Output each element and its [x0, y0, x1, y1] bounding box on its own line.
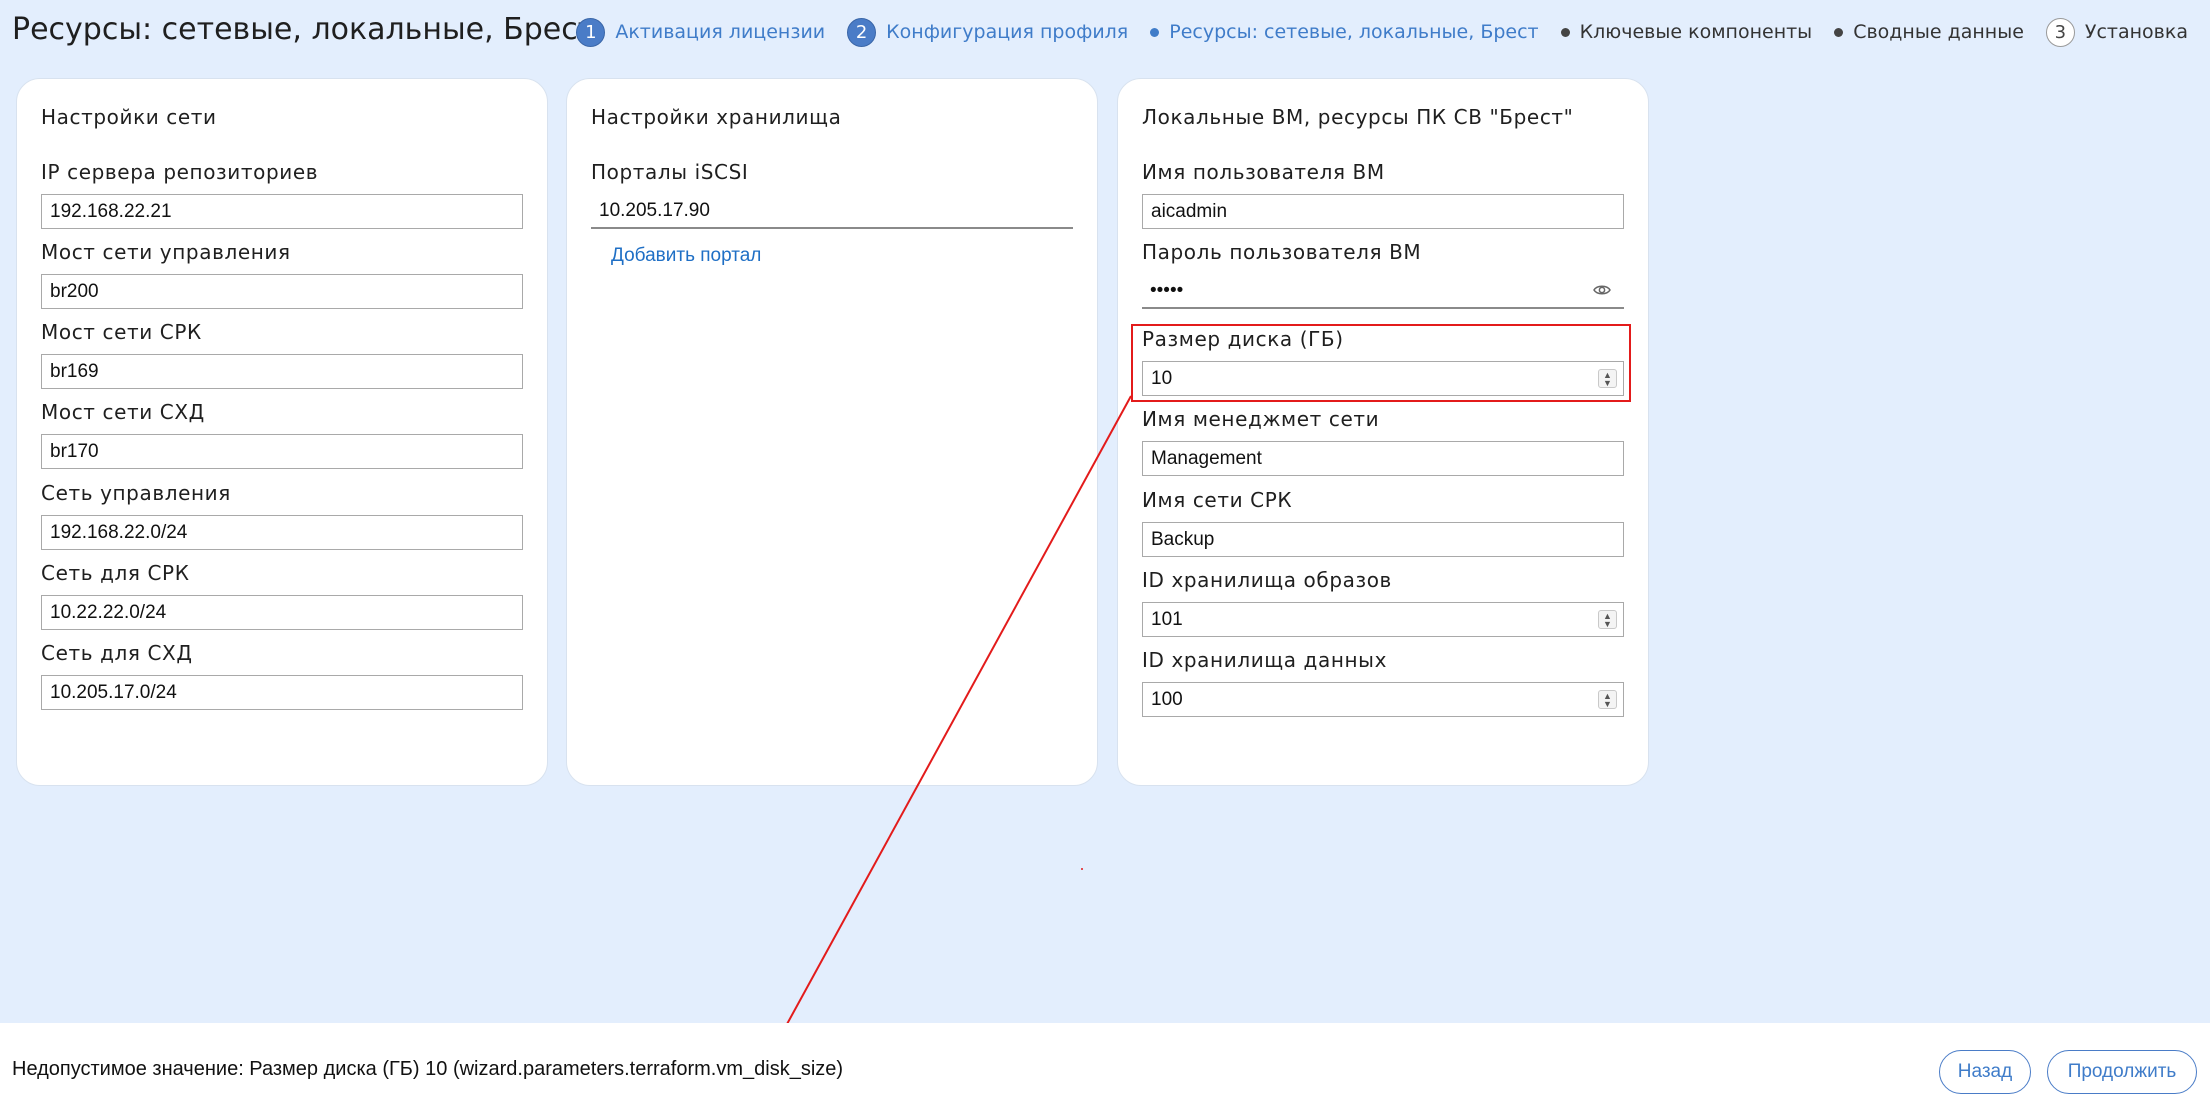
vm-password-field: Пароль пользователя ВМ ••••• — [1142, 239, 1624, 309]
srk-bridge-field: Мост сети СРК br169 — [41, 319, 523, 389]
step-dot-icon — [1560, 27, 1570, 37]
mgmt-network-input[interactable]: 192.168.22.0/24 — [41, 515, 523, 550]
srk-net-name-input[interactable]: Backup — [1142, 522, 1624, 557]
mgmt-bridge-field: Мост сети управления br200 — [41, 239, 523, 309]
step-label: Конфигурация профиля — [886, 21, 1129, 43]
field-label: ID хранилища образов — [1142, 568, 1392, 592]
validation-error-message: Недопустимое значение: Размер диска (ГБ)… — [12, 1058, 844, 1080]
repo-server-ip-field: IP сервера репозиториев 192.168.22.21 — [41, 159, 523, 229]
data-store-id-field: ID хранилища данных 100 ▲ ▼ — [1142, 647, 1624, 717]
spinner-icon[interactable]: ▲ ▼ — [1598, 369, 1617, 388]
shd-bridge-input[interactable]: br170 — [41, 434, 523, 469]
storage-settings-card: Настройки хранилища Порталы iSCSI 10.205… — [566, 78, 1098, 786]
mgmt-net-name-input[interactable]: Management — [1142, 441, 1624, 476]
step-label: Ключевые компоненты — [1579, 21, 1813, 43]
field-label: Мост сети управления — [41, 240, 291, 264]
footer-bar: Недопустимое значение: Размер диска (ГБ)… — [0, 1023, 2210, 1118]
card-title: Локальные ВМ, ресурсы ПК СВ "Брест" — [1142, 105, 1574, 129]
field-label: IP сервера репозиториев — [41, 160, 319, 184]
field-label: Имя менеджмет сети — [1142, 407, 1380, 431]
step-number: 3 — [2045, 17, 2075, 47]
back-button[interactable]: Назад — [1939, 1050, 2031, 1094]
mgmt-net-name-field: Имя менеджмет сети Management — [1142, 406, 1624, 476]
vm-user-field: Имя пользователя ВМ aicadmin — [1142, 159, 1624, 229]
mgmt-bridge-input[interactable]: br200 — [41, 274, 523, 309]
step-label: Ресурсы: сетевые, локальные, Брест — [1169, 21, 1539, 43]
vm-user-input[interactable]: aicadmin — [1142, 194, 1624, 229]
step-dot-icon — [1150, 27, 1160, 37]
shd-network-field: Сеть для СХД 10.205.17.0/24 — [41, 640, 523, 710]
step-label: Активация лицензии — [615, 21, 826, 43]
image-store-id-field: ID хранилища образов 101 ▲ ▼ — [1142, 567, 1624, 637]
input-value: 101 — [1151, 609, 1183, 630]
shd-bridge-field: Мост сети СХД br170 — [41, 399, 523, 469]
data-store-id-input[interactable]: 100 ▲ ▼ — [1142, 682, 1624, 717]
disk-size-input[interactable]: 10 ▲ ▼ — [1142, 361, 1624, 396]
srk-network-input[interactable]: 10.22.22.0/24 — [41, 595, 523, 630]
field-label: Порталы iSCSI — [591, 160, 749, 184]
iscsi-portal-input[interactable]: 10.205.17.90 — [591, 194, 1073, 229]
password-mask: ••••• — [1150, 280, 1184, 301]
card-title: Настройки хранилища — [591, 105, 842, 129]
step-key-components[interactable]: Ключевые компоненты — [1560, 21, 1813, 43]
field-label: Сеть для СРК — [41, 561, 190, 585]
step-resources[interactable]: Ресурсы: сетевые, локальные, Брест — [1150, 21, 1539, 43]
field-label: Пароль пользователя ВМ — [1142, 240, 1422, 264]
card-title: Настройки сети — [41, 105, 217, 129]
image-store-id-input[interactable]: 101 ▲ ▼ — [1142, 602, 1624, 637]
spinner-icon[interactable]: ▲ ▼ — [1598, 610, 1617, 629]
wizard-page: Ресурсы: сетевые, локальные, Брест 1 Акт… — [0, 0, 2210, 1118]
srk-network-field: Сеть для СРК 10.22.22.0/24 — [41, 560, 523, 630]
field-label: Размер диска (ГБ) — [1142, 327, 1344, 351]
wizard-stepper: 1 Активация лицензии 2 Конфигурация проф… — [554, 14, 2188, 50]
field-label: Имя пользователя ВМ — [1142, 160, 1385, 184]
step-label: Сводные данные — [1853, 21, 2024, 43]
eye-icon[interactable] — [1592, 280, 1612, 300]
field-label: Мост сети СРК — [41, 320, 202, 344]
field-label: Сеть управления — [41, 481, 231, 505]
step-number: 1 — [576, 17, 606, 47]
continue-button[interactable]: Продолжить — [2047, 1050, 2197, 1094]
step-number: 2 — [847, 17, 877, 47]
iscsi-portals-field: Порталы iSCSI 10.205.17.90 — [591, 159, 1073, 229]
add-portal-button[interactable]: Добавить портал — [611, 245, 761, 267]
step-installation[interactable]: 3 Установка — [2045, 17, 2188, 47]
field-label: ID хранилища данных — [1142, 648, 1388, 672]
step-label: Установка — [2084, 21, 2188, 43]
page-title: Ресурсы: сетевые, локальные, Брест — [12, 12, 596, 47]
step-summary[interactable]: Сводные данные — [1834, 21, 2024, 43]
srk-net-name-field: Имя сети СРК Backup — [1142, 487, 1624, 557]
step-dot-icon — [1834, 27, 1844, 37]
input-value: 10 — [1151, 368, 1173, 389]
spinner-icon[interactable]: ▲ ▼ — [1598, 690, 1617, 709]
srk-bridge-input[interactable]: br169 — [41, 354, 523, 389]
step-profile-configuration[interactable]: 2 Конфигурация профиля — [847, 17, 1129, 47]
repo-server-ip-input[interactable]: 192.168.22.21 — [41, 194, 523, 229]
network-settings-card: Настройки сети IP сервера репозиториев 1… — [16, 78, 548, 786]
mgmt-network-field: Сеть управления 192.168.22.0/24 — [41, 480, 523, 550]
field-label: Имя сети СРК — [1142, 488, 1293, 512]
field-label: Сеть для СХД — [41, 641, 193, 665]
local-vm-card: Локальные ВМ, ресурсы ПК СВ "Брест" Имя … — [1117, 78, 1649, 786]
step-license-activation[interactable]: 1 Активация лицензии — [576, 17, 826, 47]
field-label: Мост сети СХД — [41, 400, 205, 424]
vm-password-input[interactable]: ••••• — [1142, 274, 1624, 309]
disk-size-field: Размер диска (ГБ) 10 ▲ ▼ — [1142, 326, 1624, 396]
shd-network-input[interactable]: 10.205.17.0/24 — [41, 675, 523, 710]
input-value: 100 — [1151, 689, 1183, 710]
